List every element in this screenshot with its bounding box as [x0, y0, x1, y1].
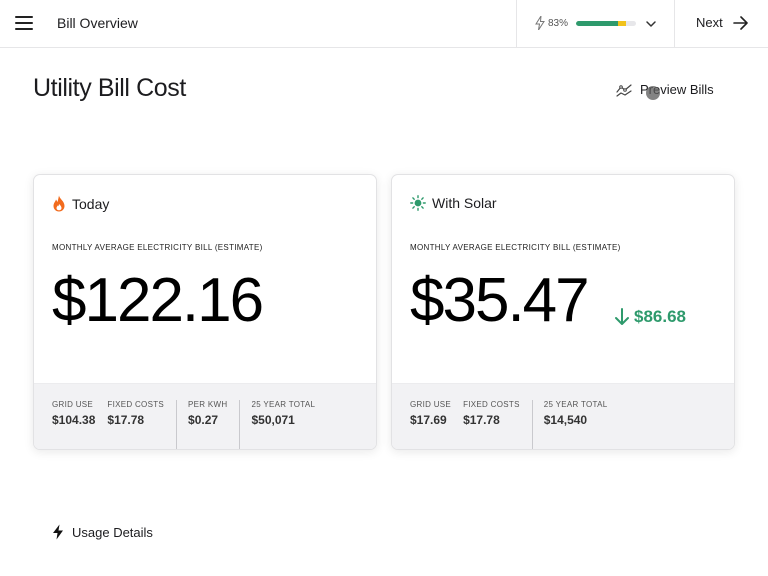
progress-bar	[576, 21, 636, 26]
stat-label: PER KWH	[188, 400, 228, 409]
stat-grid-use: GRID USE $17.69	[410, 400, 463, 449]
usage-details-button[interactable]: Usage Details	[52, 524, 153, 540]
stat-label: 25 YEAR TOTAL	[543, 400, 608, 409]
progress-bar-marker	[618, 21, 626, 26]
stat-value: $17.78	[463, 413, 500, 427]
stat-fixed-costs: FIXED COSTS $17.78	[107, 400, 176, 449]
stat-value: $50,071	[251, 413, 295, 427]
stat-label: FIXED COSTS	[463, 400, 520, 409]
stat-label: 25 YEAR TOTAL	[251, 400, 316, 409]
next-button[interactable]: Next	[696, 15, 749, 30]
stat-value: $0.27	[188, 413, 219, 427]
today-card: Today MONTHLY AVERAGE ELECTRICITY BILL (…	[33, 174, 377, 450]
bolt-icon	[53, 524, 63, 540]
solar-card-header: With Solar	[410, 195, 497, 211]
next-button-label: Next	[696, 15, 723, 30]
stat-value: $104.38	[52, 413, 96, 427]
preview-bills-button[interactable]: Preview Bills	[616, 82, 714, 97]
page-header-title: Bill Overview	[57, 15, 138, 31]
today-card-subtitle: MONTHLY AVERAGE ELECTRICITY BILL (ESTIMA…	[52, 243, 263, 252]
stat-per-kwh: PER KWH $0.27	[176, 400, 239, 449]
stat-25-year-total: 25 YEAR TOTAL $14,540	[531, 400, 620, 449]
solar-stats: GRID USE $17.69 FIXED COSTS $17.78 25 YE…	[392, 383, 734, 449]
sun-icon	[410, 195, 426, 211]
stat-25-year-total: 25 YEAR TOTAL $50,071	[239, 400, 327, 449]
progress-dropdown[interactable]: 83%	[516, 0, 675, 48]
bolt-icon	[535, 16, 545, 30]
progress-percent: 83%	[548, 18, 569, 29]
page-title: Utility Bill Cost	[33, 74, 186, 102]
solar-card-subtitle: MONTHLY AVERAGE ELECTRICITY BILL (ESTIMA…	[410, 243, 621, 252]
stat-fixed-costs: FIXED COSTS $17.78	[463, 400, 532, 449]
today-stats: GRID USE $104.38 FIXED COSTS $17.78 PER …	[34, 383, 376, 449]
solar-savings: $86.68	[614, 307, 686, 327]
stat-label: FIXED COSTS	[107, 400, 165, 409]
stat-value: $14,540	[543, 413, 588, 427]
stat-value: $17.78	[107, 413, 145, 427]
mouse-cursor	[646, 86, 660, 100]
savings-amount: $86.68	[634, 307, 686, 326]
solar-card: With Solar MONTHLY AVERAGE ELECTRICITY B…	[391, 174, 735, 450]
solar-card-title: With Solar	[432, 195, 497, 211]
today-monthly-amount: $122.16	[52, 266, 264, 335]
arrow-right-icon	[732, 15, 748, 30]
today-card-title: Today	[72, 195, 110, 212]
stat-grid-use: GRID USE $104.38	[52, 400, 107, 449]
chevron-down-icon	[646, 21, 656, 27]
stat-value: $17.69	[410, 413, 447, 427]
menu-icon[interactable]	[14, 13, 34, 33]
usage-details-label: Usage Details	[72, 524, 153, 540]
flame-icon	[53, 195, 65, 212]
solar-monthly-amount: $35.47	[410, 266, 590, 335]
stat-label: GRID USE	[52, 400, 94, 409]
today-card-header: Today	[52, 195, 109, 212]
stat-label: GRID USE	[410, 400, 452, 409]
chart-icon	[616, 83, 632, 97]
top-bar: Bill Overview 83% Next	[0, 0, 768, 48]
arrow-down-icon	[615, 308, 629, 325]
